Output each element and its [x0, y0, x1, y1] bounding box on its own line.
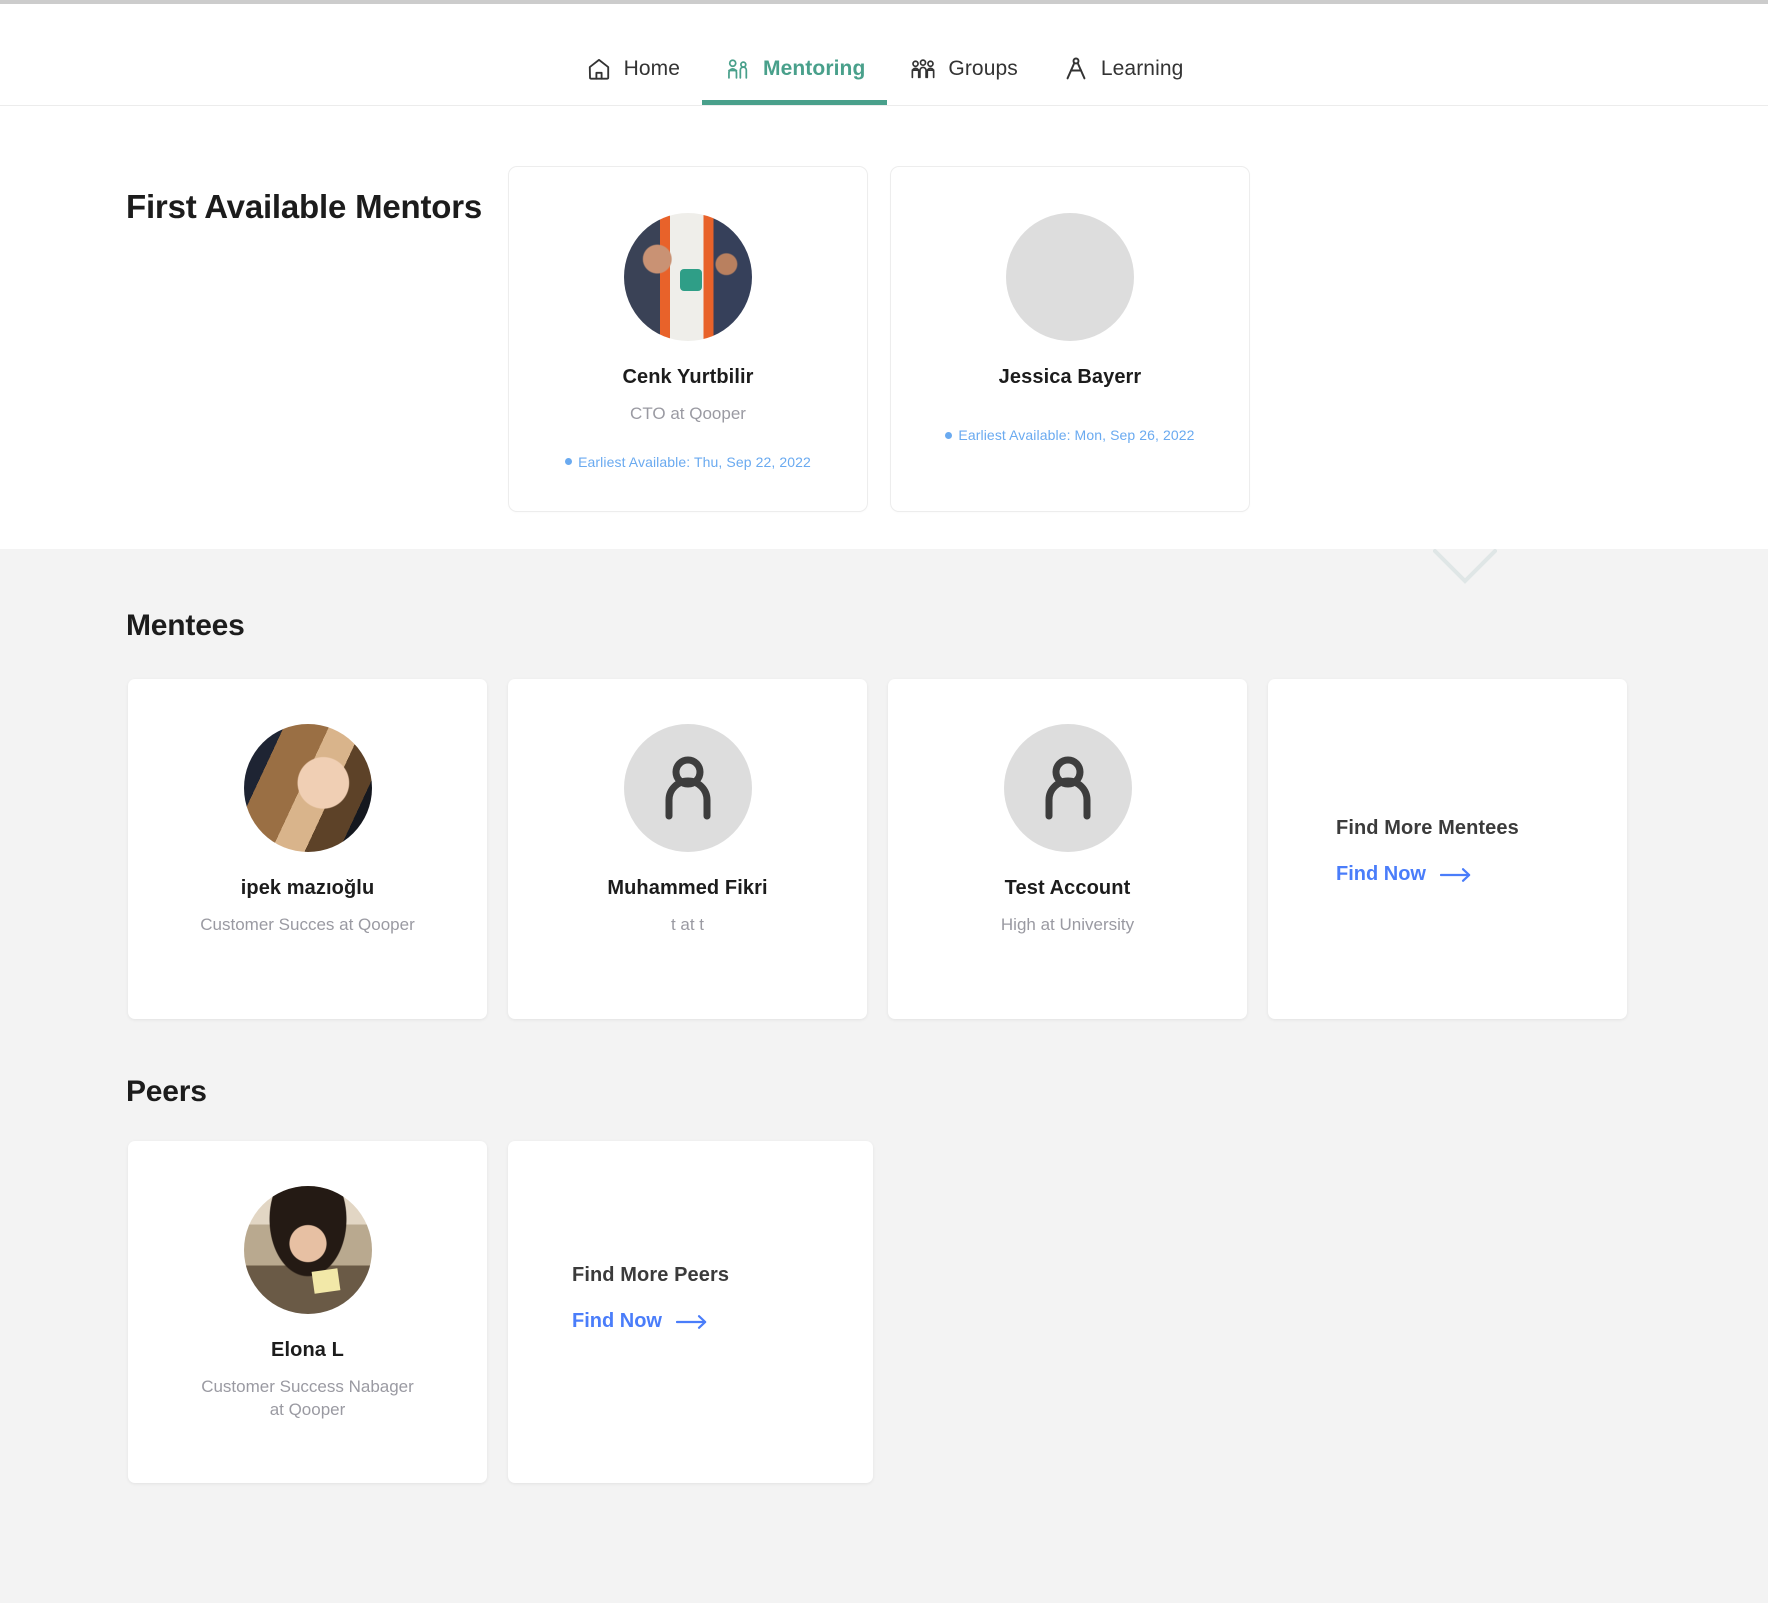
- find-now-label: Find Now: [572, 1310, 662, 1332]
- mentoring-icon: [724, 55, 752, 83]
- nav-item-learning[interactable]: Learning: [1040, 4, 1206, 105]
- placeholder-person-icon: [623, 724, 752, 852]
- arrow-right-icon: [675, 1314, 708, 1330]
- mentee-title: High at University: [1000, 915, 1135, 934]
- home-icon: [585, 55, 613, 83]
- first-available-mentors-title: First Available Mentors: [126, 188, 483, 225]
- groups-icon: [909, 55, 937, 83]
- main-nav: Home Mentoring Groups Learning: [0, 4, 1768, 106]
- mentee-name: Test Account: [1004, 877, 1131, 899]
- peer-name: Elona L: [271, 1339, 344, 1361]
- first-available-mentors-section: First Available Mentors Cenk Yurtbilir C…: [0, 106, 1768, 549]
- availability-text: Earliest Available: Mon, Sep 26, 2022: [958, 427, 1195, 443]
- learning-compass-icon: [1062, 55, 1090, 83]
- active-tab-indicator: [702, 100, 888, 105]
- mentee-title: t at t: [670, 915, 705, 934]
- mentor-availability: Earliest Available: Mon, Sep 26, 2022: [945, 427, 1194, 443]
- mentor-availability: Earliest Available: Thu, Sep 22, 2022: [565, 454, 811, 470]
- availability-dot-icon: [945, 431, 953, 439]
- availability-dot-icon: [565, 458, 573, 466]
- mentor-name: Cenk Yurtbilir: [622, 366, 754, 388]
- mentees-title: Mentees: [126, 609, 245, 642]
- find-now-label: Find Now: [1336, 863, 1426, 885]
- availability-text: Earliest Available: Thu, Sep 22, 2022: [578, 453, 811, 470]
- nav-item-home[interactable]: Home: [563, 4, 702, 105]
- nav-item-mentoring[interactable]: Mentoring: [702, 4, 888, 105]
- avatar: [624, 213, 752, 341]
- nav-label-groups: Groups: [948, 57, 1018, 80]
- find-more-peers-heading: Find More Peers: [572, 1264, 730, 1286]
- mentor-name: Jessica Bayerr: [998, 366, 1142, 388]
- nav-label-home: Home: [623, 57, 680, 80]
- mentee-card-list: ipek mazıoğlu Customer Succes at Qooper …: [0, 643, 1768, 1019]
- find-more-mentees-card[interactable]: Find More Mentees Find Now: [1268, 679, 1627, 1019]
- avatar: [243, 724, 372, 852]
- find-more-mentees-heading: Find More Mentees: [1336, 817, 1519, 839]
- avatar: [1006, 213, 1134, 341]
- find-more-peers-card[interactable]: Find More Peers Find Now: [508, 1141, 873, 1483]
- mentee-card[interactable]: Muhammed Fikri t at t: [508, 679, 867, 1019]
- arrow-right-icon: [1439, 867, 1472, 883]
- mentor-card[interactable]: Cenk Yurtbilir CTO at Qooper Earliest Av…: [508, 166, 868, 512]
- page-root: Home Mentoring Groups Learning First Ava…: [0, 0, 1768, 1603]
- peer-title: Customer Success Nabager at Qooper: [201, 1377, 414, 1419]
- connections-section: Mentees ipek mazıoğlu Customer Succes at…: [0, 549, 1768, 1603]
- find-more-mentees-button[interactable]: Find Now: [1336, 863, 1519, 886]
- avatar: [243, 1186, 372, 1314]
- nav-item-groups[interactable]: Groups: [887, 4, 1039, 105]
- peer-card-list: Elona L Customer Success Nabager at Qoop…: [0, 1109, 1768, 1483]
- peers-title: Peers: [126, 1075, 207, 1108]
- peer-card[interactable]: Elona L Customer Success Nabager at Qoop…: [128, 1141, 487, 1483]
- nav-label-learning: Learning: [1100, 57, 1184, 80]
- mentee-name: Muhammed Fikri: [607, 877, 768, 899]
- mentor-card-list: Cenk Yurtbilir CTO at Qooper Earliest Av…: [508, 166, 1250, 512]
- find-more-peers-button[interactable]: Find Now: [572, 1310, 729, 1333]
- nav-label-mentoring: Mentoring: [763, 57, 866, 80]
- mentor-title: CTO at Qooper: [630, 404, 746, 423]
- mentee-title: Customer Succes at Qooper: [200, 915, 415, 934]
- mentee-name: ipek mazıoğlu: [240, 877, 375, 899]
- mentee-card[interactable]: Test Account High at University: [888, 679, 1247, 1019]
- mentor-card[interactable]: Jessica Bayerr Earliest Available: Mon, …: [890, 166, 1250, 512]
- mentee-card[interactable]: ipek mazıoğlu Customer Succes at Qooper: [128, 679, 487, 1019]
- placeholder-person-icon: [1003, 724, 1132, 852]
